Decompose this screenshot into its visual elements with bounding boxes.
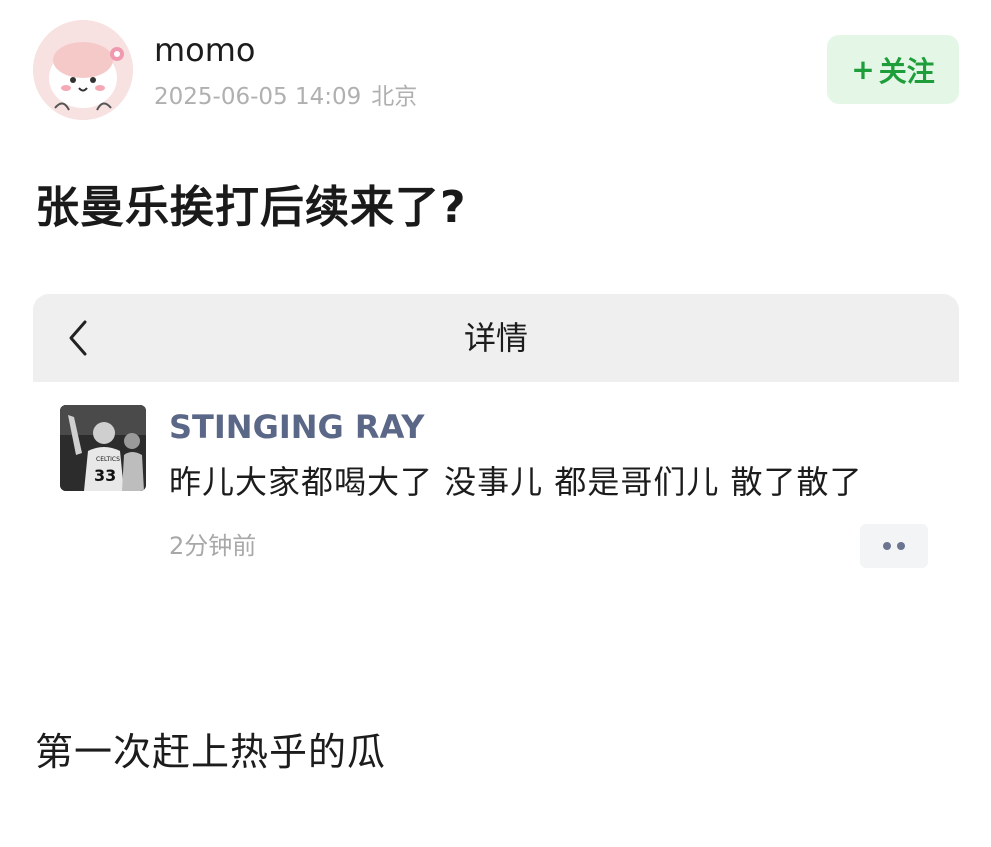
comment-text: 昨儿大家都喝大了 没事儿 都是哥们儿 散了散了 bbox=[169, 463, 863, 501]
follow-button[interactable]: + 关注 bbox=[827, 35, 959, 104]
author-name[interactable]: momo bbox=[154, 30, 256, 70]
commenter-avatar[interactable]: CELTICS 33 bbox=[60, 405, 146, 491]
post-location: 北京 bbox=[371, 84, 418, 110]
comment-time: 2分钟前 bbox=[169, 532, 257, 560]
post-page: momo 2025-06-05 14:09 北京 + 关注 张曼乐挨打后续来了? … bbox=[0, 0, 991, 847]
post-caption: 第一次赶上热乎的瓜 bbox=[35, 730, 387, 774]
embedded-screenshot[interactable]: 详情 CELTICS 33 STINGING RAY 昨儿大家都喝大了 没事儿 … bbox=[33, 294, 959, 594]
chevron-left-icon[interactable] bbox=[63, 316, 93, 360]
dot bbox=[897, 542, 905, 550]
dot bbox=[883, 542, 891, 550]
commenter-name[interactable]: STINGING RAY bbox=[169, 406, 424, 448]
plus-icon: + bbox=[851, 53, 875, 86]
post-title: 张曼乐挨打后续来了? bbox=[35, 182, 467, 233]
post-date: 2025-06-05 14:09 bbox=[154, 84, 362, 110]
follow-label: 关注 bbox=[878, 54, 935, 88]
screenshot-header-title: 详情 bbox=[463, 319, 528, 357]
cartoon-avatar-icon bbox=[33, 20, 133, 120]
basketball-player-photo-icon: CELTICS 33 bbox=[60, 405, 146, 491]
jersey-team-text: CELTICS bbox=[96, 456, 120, 463]
more-dots-icon[interactable] bbox=[860, 524, 928, 568]
post-meta: 2025-06-05 14:09 北京 bbox=[154, 81, 417, 113]
jersey-number-text: 33 bbox=[94, 466, 116, 485]
author-avatar[interactable] bbox=[33, 20, 133, 120]
